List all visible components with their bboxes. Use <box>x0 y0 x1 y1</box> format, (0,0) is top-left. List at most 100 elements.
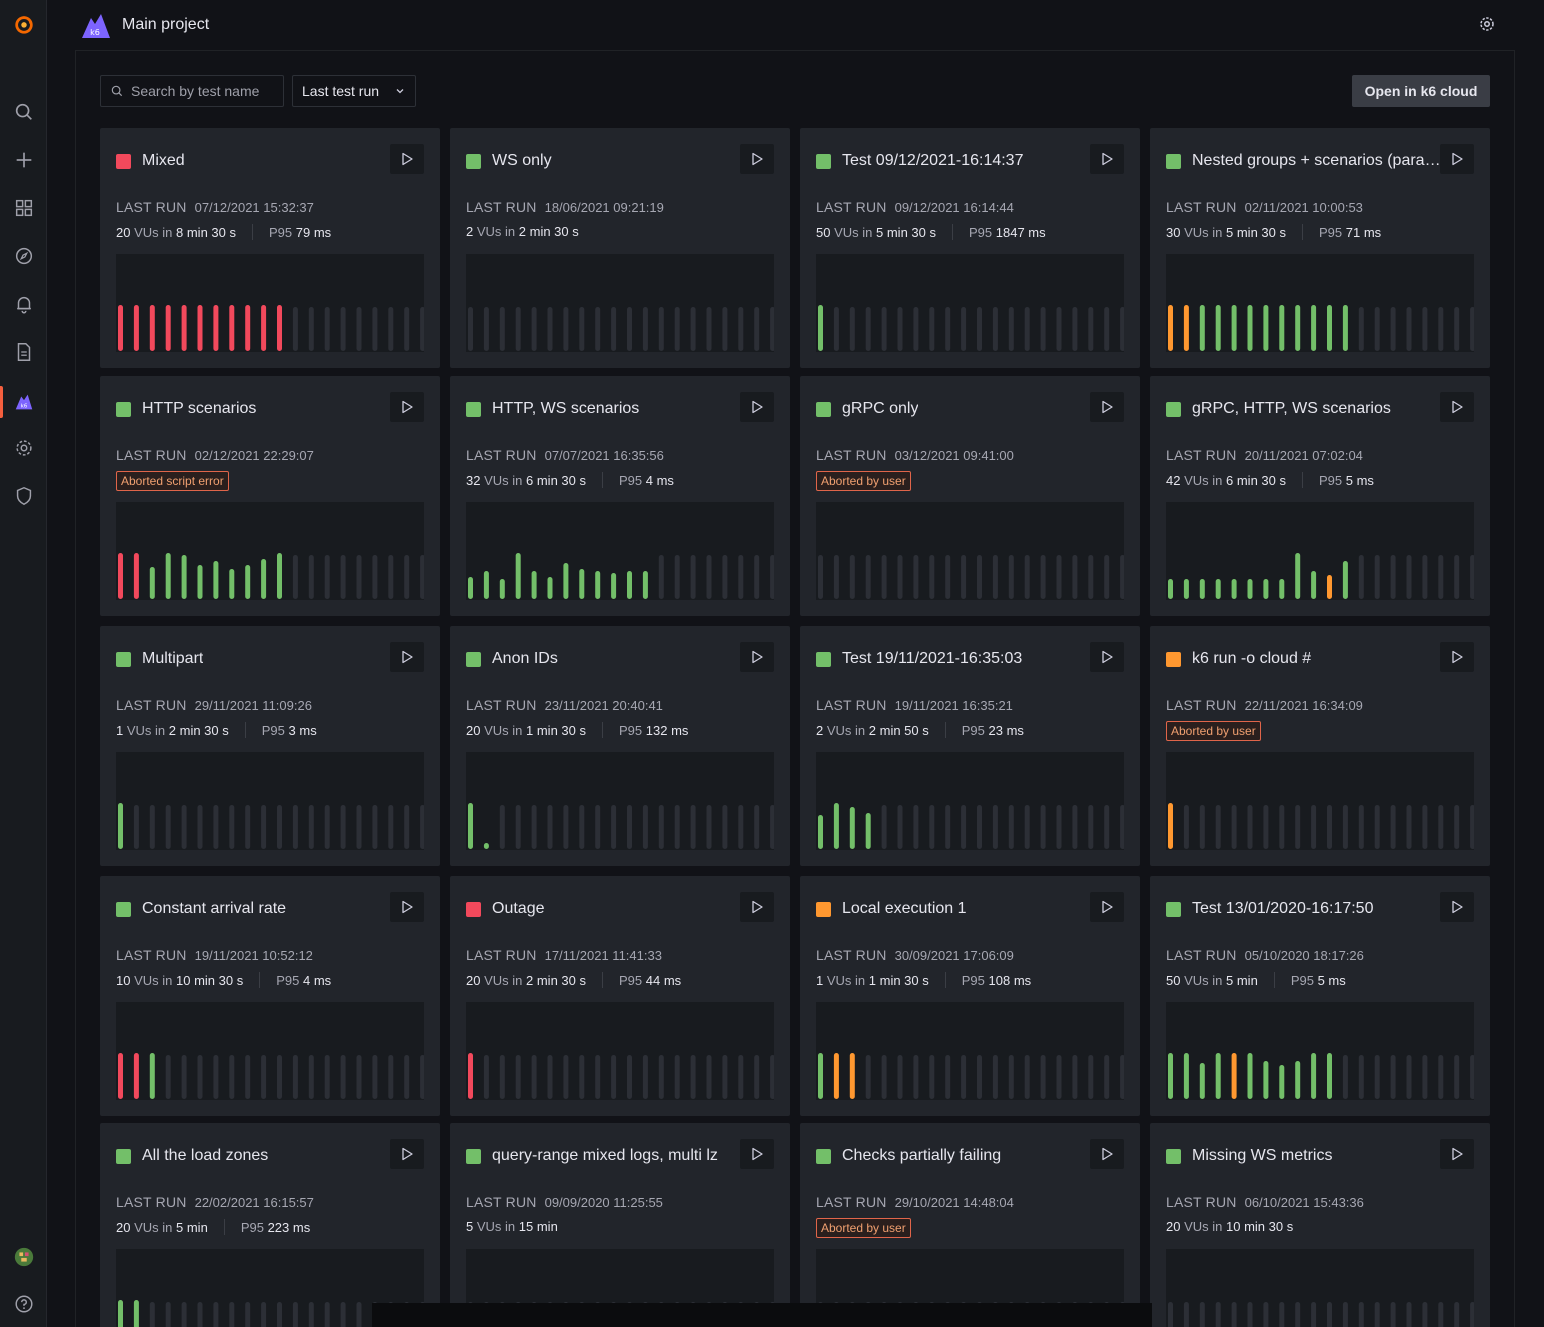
history-bar[interactable] <box>1247 305 1253 351</box>
history-bar[interactable] <box>483 843 489 849</box>
run-test-button[interactable] <box>1090 392 1124 422</box>
history-bar[interactable] <box>229 569 235 599</box>
history-bar[interactable] <box>261 305 267 351</box>
test-name[interactable]: HTTP, WS scenarios <box>492 400 639 418</box>
history-bar[interactable] <box>515 553 521 599</box>
history-bar[interactable] <box>483 571 489 599</box>
history-bar[interactable] <box>1263 579 1269 599</box>
test-name[interactable]: Test 19/11/2021-16:35:03 <box>842 650 1022 668</box>
history-bar[interactable] <box>181 555 187 599</box>
test-name[interactable]: Test 13/01/2020-16:17:50 <box>1192 900 1373 918</box>
test-name[interactable]: All the load zones <box>142 1147 268 1165</box>
history-bar[interactable] <box>1247 579 1253 599</box>
test-name[interactable]: Nested groups + scenarios (parallel) <box>1192 152 1442 170</box>
history-bar[interactable] <box>1311 1053 1317 1099</box>
history-bar[interactable] <box>118 1300 123 1327</box>
test-card[interactable]: Checks partially failing LAST RUN 29/10/20… <box>800 1123 1140 1327</box>
dashboards-icon[interactable] <box>0 188 47 228</box>
search-input[interactable] <box>131 83 271 99</box>
history-bar[interactable] <box>468 803 473 849</box>
test-name[interactable]: Checks partially failing <box>842 1147 1001 1165</box>
history-bar[interactable] <box>563 563 569 599</box>
history-bar[interactable] <box>197 305 203 351</box>
history-bar[interactable] <box>197 565 203 599</box>
open-in-k6-cloud-button[interactable]: Open in k6 cloud <box>1352 75 1490 107</box>
settings-gear-icon[interactable] <box>1478 15 1496 33</box>
test-card[interactable]: Outage LAST RUN 17/11/2021 11:41:33 20 VUs … <box>450 876 790 1116</box>
run-test-button[interactable] <box>390 392 424 422</box>
history-bar[interactable] <box>818 305 823 351</box>
history-bar[interactable] <box>1342 561 1348 599</box>
run-test-button[interactable] <box>1440 892 1474 922</box>
test-name[interactable]: query-range mixed logs, multi lz <box>492 1147 718 1165</box>
test-name[interactable]: Multipart <box>142 650 203 668</box>
run-test-button[interactable] <box>390 1139 424 1169</box>
history-bar[interactable] <box>1311 571 1317 599</box>
test-name[interactable]: Anon IDs <box>492 650 558 668</box>
history-bar[interactable] <box>1183 305 1189 351</box>
history-bar[interactable] <box>245 305 251 351</box>
history-bar[interactable] <box>213 561 219 599</box>
history-bar[interactable] <box>1231 1053 1237 1099</box>
run-test-button[interactable] <box>1090 892 1124 922</box>
test-card[interactable]: Multipart LAST RUN 29/11/2021 11:09:26 1 VU… <box>100 626 440 866</box>
test-name[interactable]: Outage <box>492 900 544 918</box>
run-test-button[interactable] <box>390 642 424 672</box>
history-bar[interactable] <box>1327 305 1332 351</box>
test-name[interactable]: k6 run -o cloud # <box>1192 650 1311 668</box>
history-bar[interactable] <box>1215 579 1221 599</box>
history-bar[interactable] <box>642 571 648 599</box>
history-bar[interactable] <box>1311 305 1317 351</box>
history-bar[interactable] <box>865 813 871 849</box>
history-bar[interactable] <box>149 305 155 351</box>
history-bar[interactable] <box>468 577 473 599</box>
test-card[interactable]: Nested groups + scenarios (parallel) LAST… <box>1150 128 1490 368</box>
test-name[interactable]: WS only <box>492 152 552 170</box>
history-bar[interactable] <box>165 553 171 599</box>
history-bar[interactable] <box>1199 579 1205 599</box>
history-bar[interactable] <box>1168 803 1173 849</box>
history-bar[interactable] <box>595 571 601 599</box>
history-bar[interactable] <box>1168 579 1173 599</box>
history-bar[interactable] <box>1279 305 1285 351</box>
history-bar[interactable] <box>1168 1053 1173 1099</box>
history-bar[interactable] <box>849 1053 855 1099</box>
run-test-button[interactable] <box>1440 1139 1474 1169</box>
run-test-button[interactable] <box>1090 144 1124 174</box>
test-card[interactable]: k6 run -o cloud # LAST RUN 22/11/2021 16:3… <box>1150 626 1490 866</box>
history-bar[interactable] <box>1168 305 1173 351</box>
history-bar[interactable] <box>1247 1053 1253 1099</box>
history-bar[interactable] <box>547 577 553 599</box>
history-bar[interactable] <box>118 803 123 849</box>
history-bar[interactable] <box>1263 305 1269 351</box>
history-bar[interactable] <box>468 1053 473 1099</box>
history-bar[interactable] <box>149 567 155 599</box>
history-bar[interactable] <box>1295 1061 1301 1099</box>
test-card[interactable]: query-range mixed logs, multi lz LAST RUN… <box>450 1123 790 1327</box>
document-icon[interactable] <box>0 332 47 372</box>
history-bar[interactable] <box>277 553 282 599</box>
test-name[interactable]: Local execution 1 <box>842 900 967 918</box>
history-bar[interactable] <box>245 565 251 599</box>
run-test-button[interactable] <box>740 392 774 422</box>
history-bar[interactable] <box>1327 575 1332 599</box>
history-bar[interactable] <box>818 1053 823 1099</box>
test-card[interactable]: Missing WS metrics LAST RUN 06/10/2021 15:… <box>1150 1123 1490 1327</box>
run-test-button[interactable] <box>1090 642 1124 672</box>
history-bar[interactable] <box>1199 1063 1205 1099</box>
help-icon[interactable] <box>0 1284 47 1324</box>
history-bar[interactable] <box>181 305 187 351</box>
test-card[interactable]: Test 19/11/2021-16:35:03 LAST RUN 19/11/20… <box>800 626 1140 866</box>
history-bar[interactable] <box>579 569 585 599</box>
history-bar[interactable] <box>1231 579 1237 599</box>
history-bar[interactable] <box>611 573 617 599</box>
history-bar[interactable] <box>118 305 123 351</box>
history-bar[interactable] <box>1295 553 1301 599</box>
history-bar[interactable] <box>1215 305 1221 351</box>
run-test-button[interactable] <box>1440 144 1474 174</box>
test-name[interactable]: HTTP scenarios <box>142 400 256 418</box>
sort-select[interactable]: Last test run <box>292 75 416 107</box>
test-name[interactable]: Constant arrival rate <box>142 900 286 918</box>
run-test-button[interactable] <box>740 144 774 174</box>
run-test-button[interactable] <box>740 1139 774 1169</box>
